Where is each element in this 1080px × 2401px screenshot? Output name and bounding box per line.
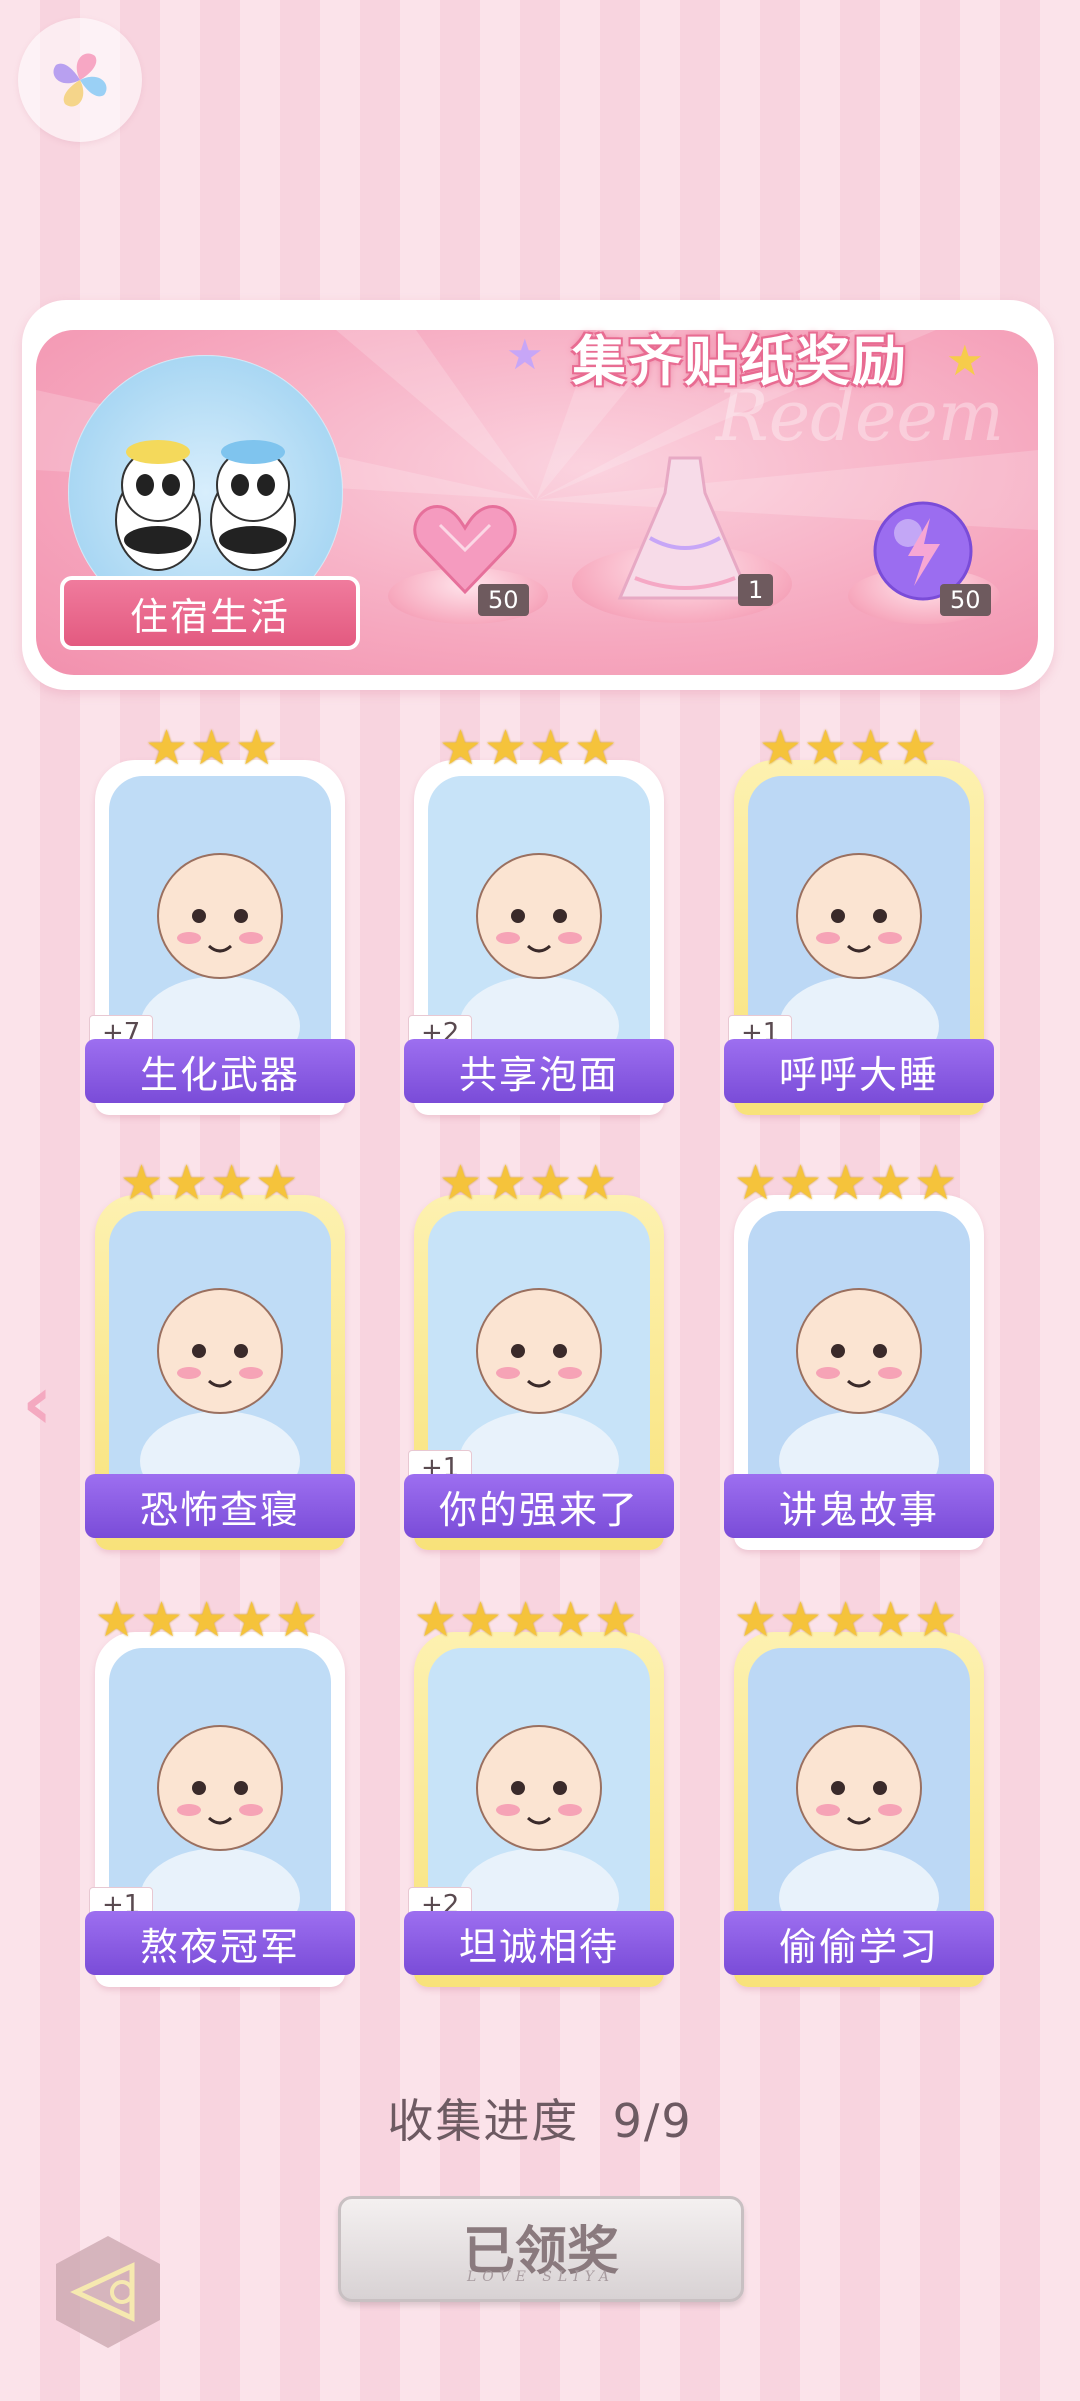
sticker-card[interactable]: +1 熬夜冠军 xyxy=(85,1632,355,1987)
star-icon: ★ xyxy=(145,720,189,776)
star-rating: ★ ★ ★ ★ ★ xyxy=(95,1592,318,1648)
star-icon: ★ xyxy=(594,1592,638,1648)
star-icon: ★ xyxy=(824,1155,868,1211)
star-icon: ★ xyxy=(140,1592,184,1648)
previous-page-arrow-icon[interactable]: ‹ xyxy=(22,1360,53,1446)
star-icon: ★ xyxy=(95,1592,139,1648)
star-icon: ★ xyxy=(869,1592,913,1648)
star-icon: ★ xyxy=(484,720,528,776)
star-icon: ★ xyxy=(230,1592,274,1648)
reward-count: 1 xyxy=(738,574,774,606)
star-icon: ★ xyxy=(439,1155,483,1211)
star-icon: ★ xyxy=(914,1155,958,1211)
star-icon: ★ xyxy=(185,1592,229,1648)
star-icon: ★ xyxy=(529,1155,573,1211)
star-icon: ★ xyxy=(255,1155,299,1211)
star-icon: ★ xyxy=(275,1592,319,1648)
star-icon: ★ xyxy=(235,720,279,776)
claimed-button-subtitle: LOVE SLIYA xyxy=(467,2269,615,2285)
star-icon: ★ xyxy=(824,1592,868,1648)
sticker-art xyxy=(748,1648,970,1948)
star-icon: ★ xyxy=(759,720,803,776)
star-icon: ★ xyxy=(574,1155,618,1211)
star-rating: ★ ★ ★ ★ xyxy=(120,1155,298,1211)
sticker-label: 你的强来了 xyxy=(404,1474,674,1538)
sticker-card[interactable]: 恐怖查寝 xyxy=(85,1195,355,1550)
progress-value: 9/9 xyxy=(612,2094,693,2148)
star-icon: ★ xyxy=(484,1155,528,1211)
sticker-card[interactable]: +2 共享泡面 xyxy=(404,760,674,1115)
star-icon: ★ xyxy=(894,720,938,776)
sticker-label: 熬夜冠军 xyxy=(85,1911,355,1975)
star-decoration-icon: ★ xyxy=(946,336,984,385)
star-icon: ★ xyxy=(120,1155,164,1211)
sticker-label: 恐怖查寝 xyxy=(85,1474,355,1538)
sticker-card[interactable]: +1 你的强来了 xyxy=(404,1195,674,1550)
sticker-art xyxy=(748,1211,970,1511)
star-rating: ★ ★ ★ ★ ★ xyxy=(734,1155,957,1211)
star-icon: ★ xyxy=(549,1592,593,1648)
claimed-button[interactable]: 已领奖 LOVE SLIYA xyxy=(338,2196,744,2302)
star-rating: ★ ★ ★ ★ xyxy=(439,720,617,776)
sticker-label: 偷偷学习 xyxy=(724,1911,994,1975)
star-icon: ★ xyxy=(849,720,893,776)
sticker-card[interactable]: 讲鬼故事 xyxy=(724,1195,994,1550)
star-icon: ★ xyxy=(779,1592,823,1648)
pinwheel-icon xyxy=(53,53,107,107)
sticker-label: 坦诚相待 xyxy=(404,1911,674,1975)
star-rating: ★ ★ ★ ★ xyxy=(759,720,937,776)
star-icon: ★ xyxy=(804,720,848,776)
sticker-label: 生化武器 xyxy=(85,1039,355,1103)
progress-label: 收集进度 xyxy=(387,2094,580,2148)
star-icon: ★ xyxy=(574,720,618,776)
star-icon: ★ xyxy=(210,1155,254,1211)
star-icon: ★ xyxy=(779,1155,823,1211)
app-logo[interactable] xyxy=(18,18,142,142)
star-rating: ★ ★ ★ xyxy=(145,720,278,776)
collection-progress: 收集进度 9/9 xyxy=(0,2085,1080,2151)
star-icon: ★ xyxy=(914,1592,958,1648)
sticker-card[interactable]: +7 生化武器 xyxy=(85,760,355,1115)
star-icon: ★ xyxy=(529,720,573,776)
star-icon: ★ xyxy=(439,720,483,776)
star-icon: ★ xyxy=(869,1155,913,1211)
sticker-label: 讲鬼故事 xyxy=(724,1474,994,1538)
star-decoration-icon: ★ xyxy=(506,330,544,379)
star-icon: ★ xyxy=(414,1592,458,1648)
star-rating: ★ ★ ★ ★ xyxy=(439,1155,617,1211)
star-icon: ★ xyxy=(165,1155,209,1211)
star-icon: ★ xyxy=(459,1592,503,1648)
star-icon: ★ xyxy=(190,720,234,776)
star-icon: ★ xyxy=(734,1155,778,1211)
star-rating: ★ ★ ★ ★ ★ xyxy=(734,1592,957,1648)
reward-count: 50 xyxy=(478,584,529,616)
sticker-label: 共享泡面 xyxy=(404,1039,674,1103)
sticker-card[interactable]: +1 呼呼大睡 xyxy=(724,760,994,1115)
sticker-label: 呼呼大睡 xyxy=(724,1039,994,1103)
sticker-art xyxy=(109,1211,331,1511)
star-rating: ★ ★ ★ ★ ★ xyxy=(414,1592,637,1648)
banner-title: 集齐贴纸奖励 xyxy=(572,329,908,393)
star-icon: ★ xyxy=(504,1592,548,1648)
theme-label: 住宿生活 xyxy=(60,576,360,650)
star-icon: ★ xyxy=(734,1592,778,1648)
reward-count: 50 xyxy=(940,584,991,616)
sticker-card[interactable]: 偷偷学习 xyxy=(724,1632,994,1987)
back-button[interactable] xyxy=(48,2232,168,2352)
sticker-card[interactable]: +2 坦诚相待 xyxy=(404,1632,674,1987)
